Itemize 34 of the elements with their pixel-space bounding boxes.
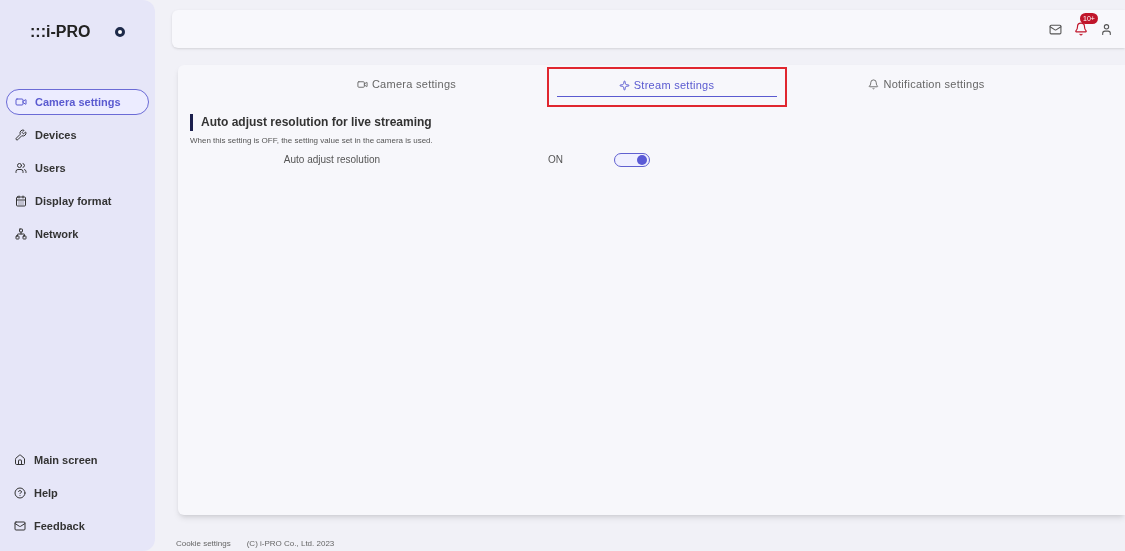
mail-icon[interactable] (1049, 22, 1062, 36)
copyright: (C) i-PRO Co., Ltd. 2023 (246, 538, 335, 550)
network-icon (15, 228, 27, 240)
setting-label: Auto adjust resolution (282, 153, 380, 167)
mail-icon (14, 520, 26, 532)
sidebar-item[interactable]: Display format (6, 188, 149, 214)
camera-icon (15, 96, 27, 108)
section-description: When this setting is OFF, the setting value set in the camera is used. (190, 135, 434, 147)
setting-value: ON (548, 153, 563, 167)
tab[interactable]: Stream settings (556, 75, 777, 97)
sidebar-item[interactable]: Main screen (6, 447, 149, 473)
home-icon (14, 454, 26, 466)
tab[interactable]: Notification settings (816, 73, 1037, 95)
toggle-switch[interactable] (614, 152, 650, 167)
sidebar-item[interactable]: Users (6, 155, 149, 181)
sidebar-item[interactable]: Feedback (6, 513, 149, 539)
bell-icon[interactable] (1074, 22, 1088, 36)
section-marker (190, 113, 193, 131)
footer-link[interactable]: Cookie settings (176, 538, 231, 550)
logo: :::i-PRO (30, 22, 91, 42)
users-icon (15, 162, 27, 174)
bell-icon (868, 78, 880, 90)
sidebar-item[interactable]: Camera settings (6, 89, 149, 115)
tools-icon (15, 129, 27, 141)
sidebar-item[interactable]: Help (6, 480, 149, 506)
sidebar-item[interactable]: Network (6, 221, 149, 247)
section-title: Auto adjust resolution for live streaming (201, 114, 432, 131)
camera-icon (356, 78, 368, 90)
tab[interactable]: Camera settings (296, 73, 517, 95)
user-icon[interactable] (1100, 22, 1113, 36)
calendar-icon (15, 195, 27, 207)
help-icon (14, 487, 26, 499)
sparkle-icon (618, 80, 630, 91)
sidebar-item[interactable]: Devices (6, 122, 149, 148)
